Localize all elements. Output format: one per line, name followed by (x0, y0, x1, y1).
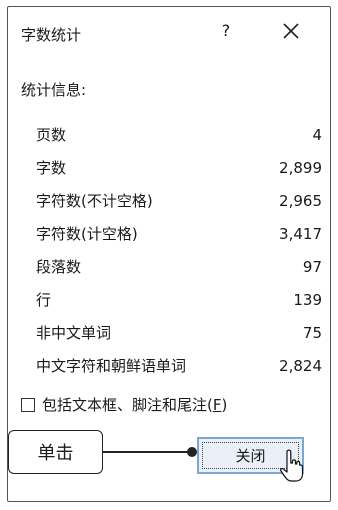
checkbox-label-end: ) (221, 396, 228, 414)
stat-row-words: 字数 2,899 (36, 151, 322, 184)
stat-value: 75 (302, 323, 322, 342)
stat-value: 97 (302, 257, 322, 276)
stat-value: 2,965 (279, 191, 322, 210)
callout-line (103, 451, 193, 453)
stat-row-chinese-korean: 中文字符和朝鲜语单词 2,824 (36, 349, 322, 382)
stats-list: 页数 4 字数 2,899 字符数(不计空格) 2,965 字符数(计空格) 3… (36, 118, 322, 382)
stat-label: 段落数 (36, 258, 82, 276)
word-count-dialog: 字数统计 ? 统计信息: 页数 4 字数 2,899 字符数(不计空格) 2,9… (7, 6, 331, 502)
checkbox-label-main: 包括文本框、脚注和尾注( (42, 396, 213, 414)
stat-row-lines: 行 139 (36, 283, 322, 316)
stat-label: 非中文单词 (36, 324, 112, 342)
stat-label: 字符数(计空格) (36, 225, 138, 243)
stat-label: 字符数(不计空格) (36, 192, 153, 210)
click-callout: 单击 (8, 430, 103, 474)
stat-value: 2,899 (279, 158, 322, 177)
close-button-label: 关闭 (235, 447, 266, 465)
stat-row-chars-no-spaces: 字符数(不计空格) 2,965 (36, 184, 322, 217)
stat-row-pages: 页数 4 (36, 118, 322, 151)
checkbox-access-key: F (212, 396, 222, 414)
stat-value: 3,417 (279, 224, 322, 243)
include-textbox-footnotes-checkbox[interactable] (21, 397, 35, 412)
dialog-title: 字数统计 (21, 26, 82, 44)
stat-value: 2,824 (279, 356, 322, 375)
stat-value: 139 (293, 290, 322, 309)
stat-label: 页数 (36, 126, 67, 144)
stats-heading: 统计信息: (21, 81, 87, 99)
stat-label: 字数 (36, 159, 67, 177)
help-button[interactable]: ? (216, 21, 236, 40)
stat-row-paragraphs: 段落数 97 (36, 250, 322, 283)
stat-row-chars-with-spaces: 字符数(计空格) 3,417 (36, 217, 322, 250)
mouse-pointer-icon (280, 449, 303, 482)
include-textbox-footnotes-checkbox-row[interactable]: 包括文本框、脚注和尾注(F) (21, 394, 227, 415)
stat-label: 中文字符和朝鲜语单词 (36, 357, 187, 375)
stat-row-non-chinese-words: 非中文单词 75 (36, 316, 322, 349)
stat-value: 4 (312, 125, 322, 144)
checkbox-label: 包括文本框、脚注和尾注(F) (42, 394, 227, 415)
close-x-icon[interactable] (281, 21, 301, 41)
callout-dot (187, 447, 197, 457)
stat-label: 行 (36, 291, 52, 309)
